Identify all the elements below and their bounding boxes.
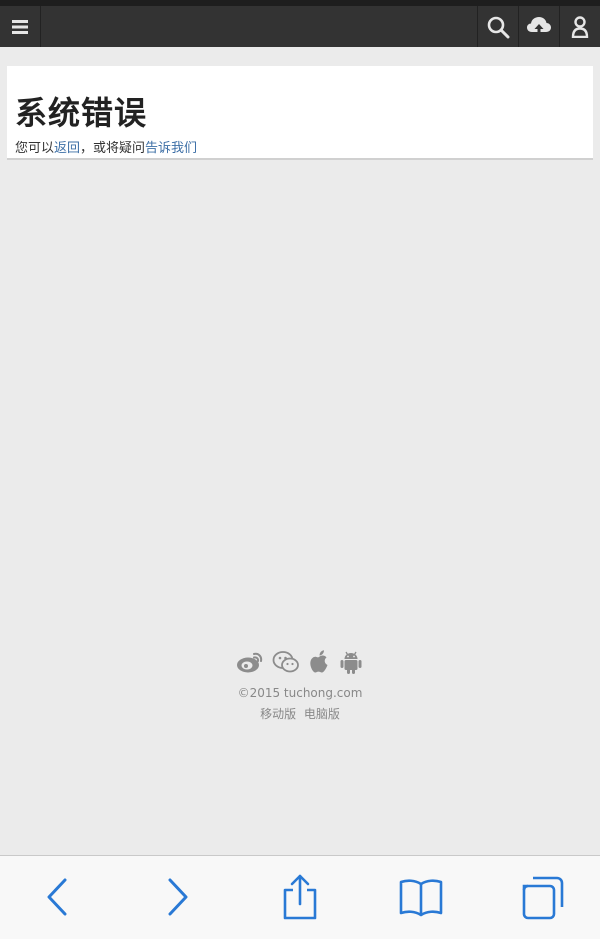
back-button[interactable] [34,874,80,920]
wechat-icon[interactable] [272,650,300,674]
cloud-upload-icon [527,16,551,37]
browser-toolbar [0,855,600,939]
tabs-icon [522,876,564,920]
error-message-middle: ，或将疑问 [80,141,146,156]
report-link[interactable]: 告诉我们 [145,141,197,156]
app-header [0,0,600,47]
error-message-prefix: 您可以 [15,141,55,156]
copyright: ©2015 tuchong.com [237,686,363,700]
menu-icon [12,19,28,34]
apple-icon[interactable] [308,649,330,675]
search-button[interactable] [477,6,518,47]
bookmarks-icon [399,879,443,917]
share-icon [283,874,317,920]
menu-button[interactable] [0,6,41,47]
back-link[interactable]: 返回 [54,141,80,156]
version-switch: 移动版 电脑版 [0,705,600,722]
search-icon [487,16,510,38]
tabs-button[interactable] [520,874,566,920]
bookmarks-button[interactable] [398,874,444,920]
forward-button[interactable] [155,874,201,920]
error-message: 您可以返回，或将疑问告诉我们 [15,137,197,156]
share-button[interactable] [277,874,323,920]
error-title: 系统错误 [15,94,148,132]
back-icon [47,878,67,916]
weibo-icon[interactable] [236,650,264,674]
desktop-version-link[interactable]: 电脑版 [304,707,340,721]
upload-button[interactable] [518,6,559,47]
mobile-version-link[interactable]: 移动版 [260,707,296,721]
android-icon[interactable] [338,649,364,675]
error-card: 系统错误 您可以返回，或将疑问告诉我们 [7,66,593,160]
user-icon [571,15,589,38]
forward-icon [168,878,188,916]
social-links [236,648,366,676]
user-button[interactable] [559,6,600,47]
